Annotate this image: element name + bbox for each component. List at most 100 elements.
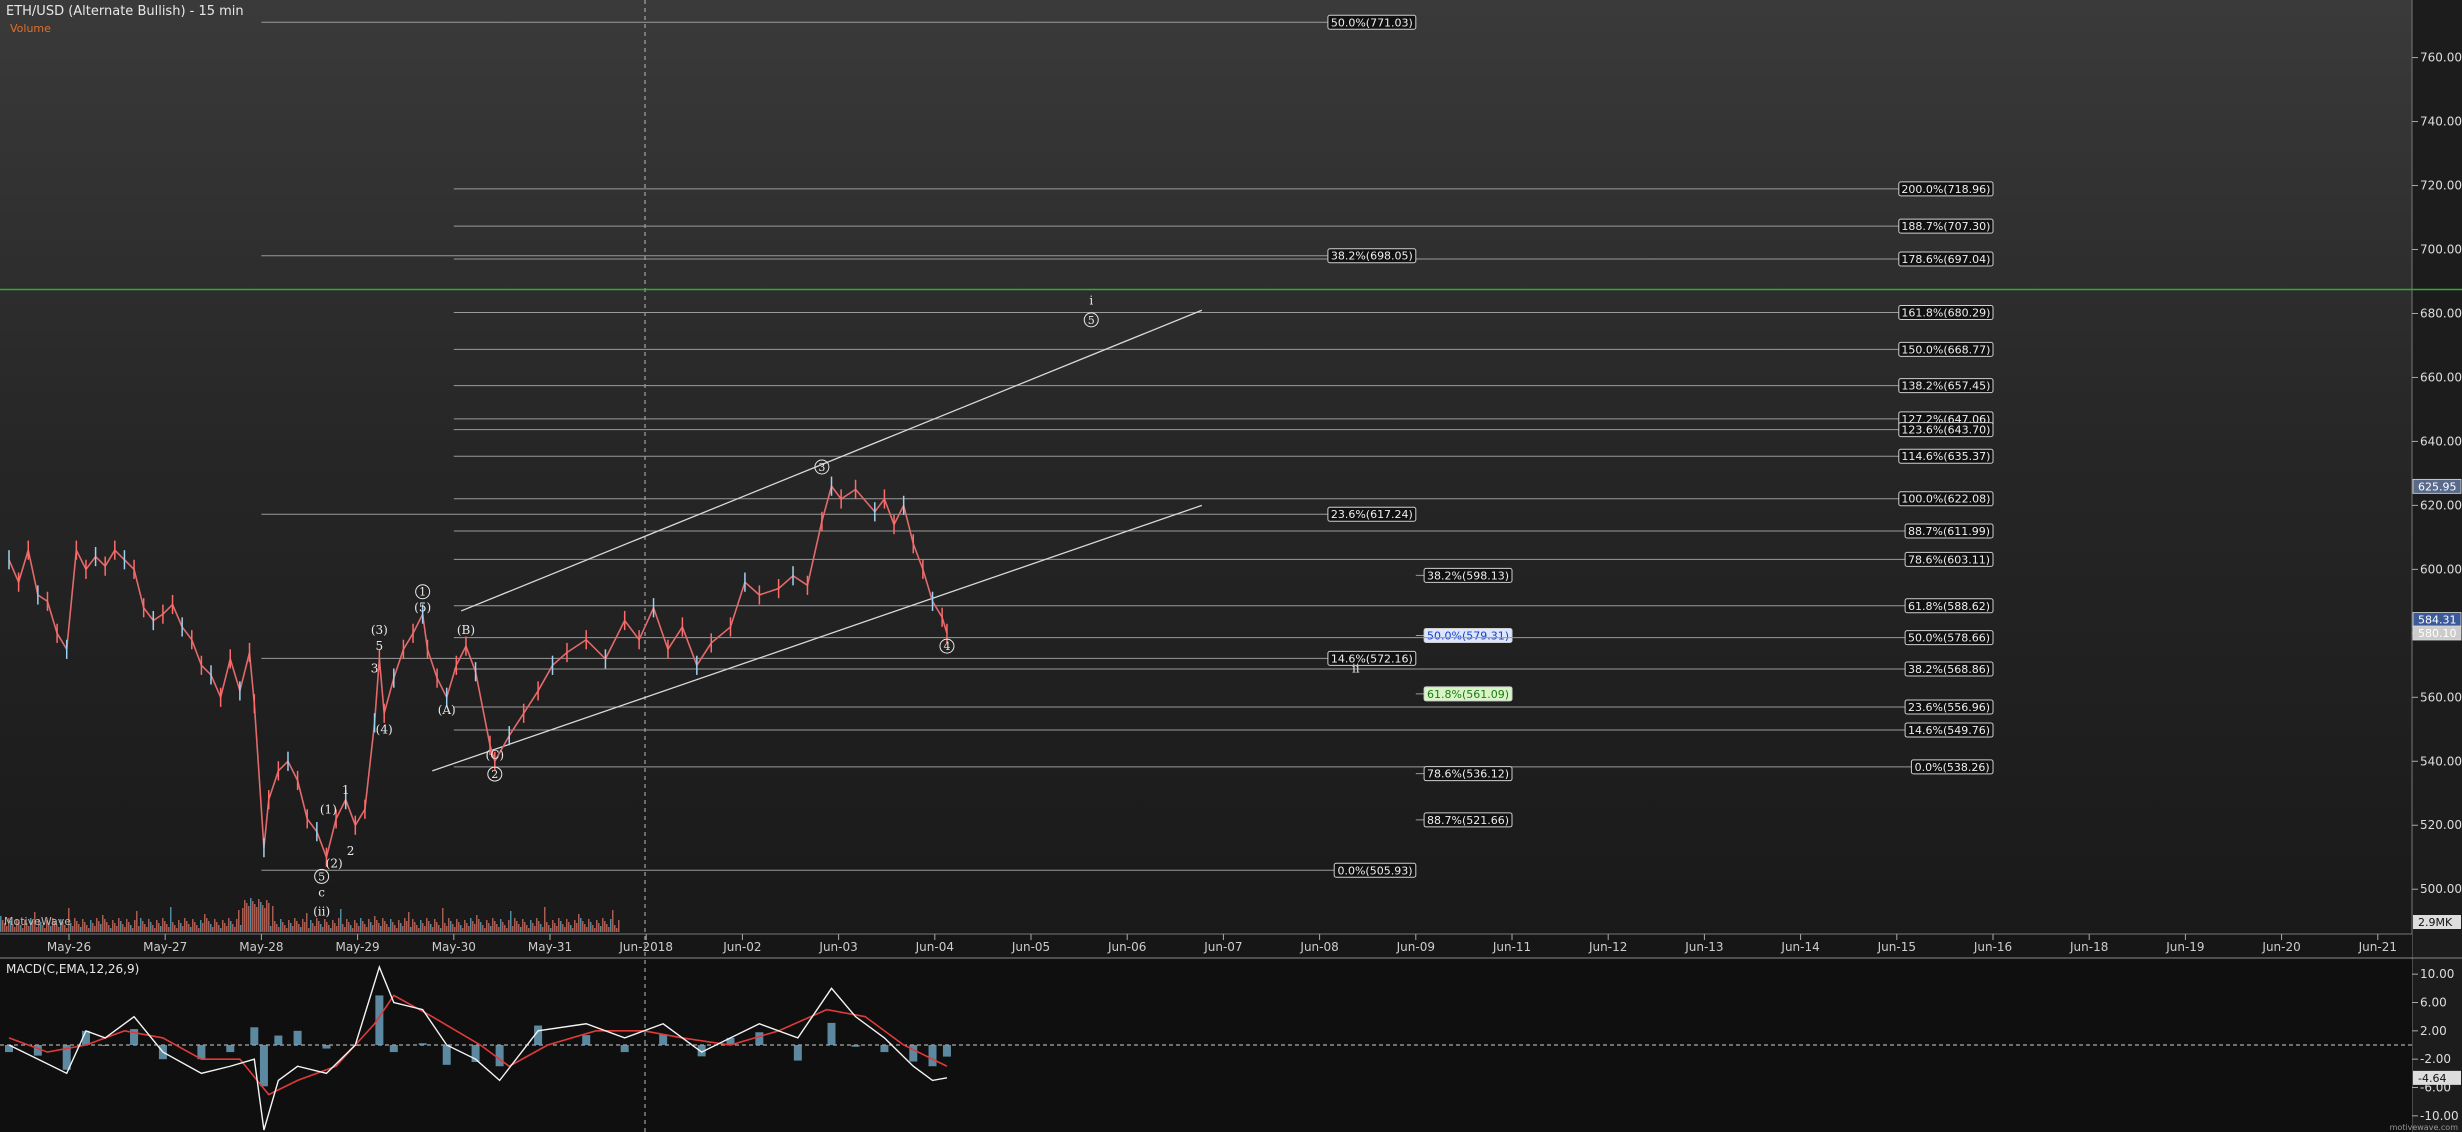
wave-label: 1 (342, 783, 350, 797)
volume-bar (174, 925, 176, 932)
volume-bar (560, 921, 562, 932)
volume-bar (218, 925, 220, 932)
wave-label: 5 (376, 639, 384, 653)
volume-bar (176, 928, 178, 932)
volume-bar (404, 918, 406, 932)
volume-bar (92, 923, 94, 932)
date-tick-label: Jun-04 (915, 940, 954, 954)
volume-bar (214, 919, 216, 932)
fib-level-label: 14.6%(572.16) (1331, 652, 1413, 665)
volume-bar (420, 920, 422, 932)
volume-bar (346, 919, 348, 932)
volume-bar (382, 918, 384, 932)
volume-bar (118, 918, 120, 932)
wave-label: (5) (414, 601, 431, 615)
wave-label: 1 (419, 586, 426, 599)
fib-level-label: 78.6%(603.11) (1908, 553, 1990, 566)
date-tick-label: Jun-19 (2165, 940, 2204, 954)
volume-bar (598, 923, 600, 932)
volume-bar (550, 928, 552, 932)
price-tick-label: 600.00 (2420, 562, 2462, 576)
volume-bar (86, 925, 88, 932)
volume-bar (572, 928, 574, 932)
fib-level-label: 78.6%(536.12) (1427, 768, 1509, 781)
volume-bar (434, 919, 436, 932)
volume-bar (410, 927, 412, 932)
volume-bar (426, 918, 428, 932)
volume-bar (570, 925, 572, 932)
volume-bar (120, 921, 122, 932)
channel-line (460, 309, 1203, 612)
macd-histogram-bar (442, 1045, 451, 1065)
chart-window: 760.00 740.00 720.00 700.00 680.00 660.00 640.… (0, 0, 2462, 1132)
volume-bar (490, 926, 492, 932)
volume-bar (230, 921, 232, 932)
volume-bar (78, 924, 80, 932)
date-tick-label: Jun-08 (1299, 940, 1338, 954)
volume-bar (126, 919, 128, 932)
volume-bar (104, 919, 106, 932)
volume-bar (332, 920, 334, 932)
date-tick-label: May-26 (47, 940, 91, 954)
date-tick-label: Jun-07 (1203, 940, 1242, 954)
volume-bar (378, 923, 380, 932)
volume-bar (386, 924, 388, 932)
price-tick-label: 740.00 (2420, 115, 2462, 129)
volume-bar (216, 922, 218, 932)
volume-bar (220, 928, 222, 932)
volume-bar (408, 912, 410, 932)
volume-bar (364, 924, 366, 932)
volume-bar (440, 928, 442, 932)
volume-bar (196, 925, 198, 932)
volume-bar (406, 921, 408, 932)
volume-bar (272, 906, 274, 932)
volume-bar (268, 903, 270, 932)
macd-value-label: -4.64 (2418, 1072, 2446, 1085)
volume-bar (374, 916, 376, 932)
macd-histogram-bar (495, 1045, 504, 1067)
volume-bar (158, 923, 160, 932)
volume-bar (338, 918, 340, 932)
volume-bar (108, 925, 110, 932)
price-tick-label: 760.00 (2420, 51, 2462, 65)
volume-bar (232, 924, 234, 932)
volume-bar (294, 918, 296, 932)
volume-bar (124, 927, 126, 932)
volume-bar (240, 925, 242, 932)
volume-bar (582, 921, 584, 932)
macd-histogram-bar (418, 1043, 427, 1045)
volume-bar (412, 919, 414, 932)
volume-bar (526, 925, 528, 932)
volume-bar (350, 925, 352, 932)
volume-bar (330, 928, 332, 932)
volume-bar (284, 925, 286, 932)
date-tick-label: Jun-16 (1973, 940, 2012, 954)
volume-bar (442, 908, 444, 932)
volume-bar (194, 922, 196, 932)
volume-bar (444, 923, 446, 932)
volume-bar (168, 927, 170, 932)
volume-bar (566, 919, 568, 932)
price-tick-label: 560.00 (2420, 690, 2462, 704)
volume-bar (154, 928, 156, 932)
date-tick-label: Jun-14 (1780, 940, 1819, 954)
price-tick-label: 680.00 (2420, 306, 2462, 320)
volume-bar (288, 920, 290, 932)
date-tick-label: Jun-03 (818, 940, 857, 954)
volume-bar (418, 928, 420, 932)
volume-bar (304, 922, 306, 932)
fib-level-label: 23.6%(617.24) (1331, 508, 1413, 521)
volume-bar (362, 921, 364, 932)
date-tick-label: Jun-09 (1396, 940, 1435, 954)
volume-bar (190, 927, 192, 932)
wave-label: ii (1352, 662, 1360, 676)
volume-bar (546, 922, 548, 932)
chart-canvas[interactable]: 760.00 740.00 720.00 700.00 680.00 660.00 640.… (0, 0, 2462, 1132)
footer-link[interactable]: motivewave.com (2390, 1123, 2458, 1132)
volume-bar (248, 906, 250, 932)
price-series-line (8, 484, 948, 860)
volume-bar (106, 922, 108, 932)
volume-bar (532, 923, 534, 932)
volume-bar (574, 920, 576, 932)
wave-label: 3 (818, 461, 825, 474)
